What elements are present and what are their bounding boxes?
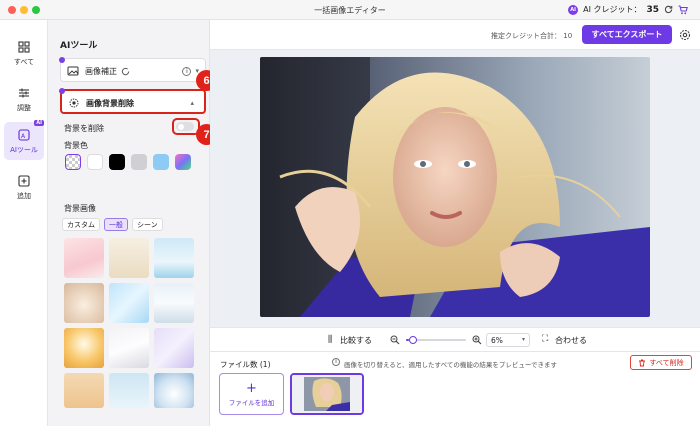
ai-tools-panel: AIツール 画像補正 i ▾ 画像背景削除 ▴ 背景を削除 背景色 背景画像 カ…: [48, 20, 210, 426]
cart-icon[interactable]: [678, 4, 688, 15]
fit-icon[interactable]: ⛶: [542, 334, 548, 344]
zoom-in-icon[interactable]: [472, 335, 482, 345]
portrait-photo: [260, 57, 650, 317]
remove-bg-toggle[interactable]: [176, 122, 194, 131]
left-nav: すべて 調整 AI A AIツール 追加: [0, 20, 48, 426]
enhance-label: 画像補正: [85, 66, 117, 76]
swatch-blue[interactable]: [153, 154, 169, 170]
nav-item-all-label: すべて: [13, 57, 35, 66]
nav-item-adjust-label: 調整: [17, 103, 31, 112]
bg-thumbnail[interactable]: [64, 373, 104, 408]
bg-image-tabs: カスタム 一般 シーン: [62, 218, 163, 231]
remove-bg-label: 画像背景削除: [86, 98, 134, 108]
preview-photo[interactable]: [260, 57, 650, 317]
svg-text:A: A: [21, 133, 26, 140]
bg-thumbnail[interactable]: [154, 283, 194, 323]
bg-thumbnail[interactable]: [64, 238, 104, 278]
tab-scene[interactable]: シーン: [132, 218, 163, 231]
delete-all-button[interactable]: すべて削除: [630, 355, 692, 370]
nav-item-add[interactable]: 追加: [4, 168, 44, 206]
nav-item-ai-tools-label: AIツール: [10, 145, 38, 154]
delete-all-label: すべて削除: [649, 358, 684, 367]
swatch-gray[interactable]: [131, 154, 147, 170]
bg-image-label: 背景画像: [64, 204, 96, 213]
title-bar: 一括画像エディター AI AI クレジット： 35: [0, 0, 700, 20]
credit-area: AI AI クレジット： 35: [568, 4, 688, 15]
loading-spinner-icon: [121, 67, 130, 75]
bg-thumbnail[interactable]: [109, 373, 149, 408]
remove-bg-icon: [69, 98, 79, 108]
remove-bg-toggle-label: 背景を削除: [64, 124, 104, 133]
add-file-label: ファイルを追加: [228, 398, 275, 407]
trash-icon: [639, 359, 646, 366]
settings-gear-icon[interactable]: [679, 29, 691, 41]
compare-label[interactable]: 比較する: [340, 335, 372, 346]
zoom-select[interactable]: 6% ▾: [486, 333, 530, 347]
grid-icon: [17, 40, 31, 54]
add-box-icon: [17, 174, 31, 188]
file-strip: ファイル数 (1) i 画像を切り替えると、適用したすべての機能の結果をプレビュ…: [210, 351, 700, 426]
compare-icon[interactable]: ⫼: [328, 335, 332, 345]
bg-thumbnail[interactable]: [154, 373, 194, 408]
estimate-value: 10: [563, 32, 573, 40]
fit-label[interactable]: 合わせる: [555, 335, 587, 346]
ai-tools-icon: A: [17, 128, 31, 142]
tab-custom[interactable]: カスタム: [62, 218, 100, 231]
enhance-card[interactable]: 画像補正 i ▾: [59, 57, 206, 82]
bg-thumbnail[interactable]: [109, 328, 149, 368]
bg-thumbnail[interactable]: [109, 238, 149, 278]
add-file-button[interactable]: + ファイルを追加: [219, 373, 284, 415]
plus-icon: +: [246, 380, 257, 396]
tab-general[interactable]: 一般: [104, 218, 128, 231]
app-window: 一括画像エディター AI AI クレジット： 35 すべて 調整 AI A AI…: [0, 0, 700, 426]
credit-label: AI クレジット：: [583, 5, 642, 14]
credit-value: 35: [646, 4, 659, 15]
nav-item-ai-tools[interactable]: AI A AIツール: [4, 120, 44, 160]
estimate-label: 推定クレジット合計：: [491, 32, 561, 40]
zoom-out-icon[interactable]: [390, 335, 400, 345]
ai-sparkle-icon: [59, 88, 65, 94]
zoom-value: 6%: [491, 336, 503, 345]
swatch-transparent[interactable]: [65, 154, 81, 170]
enhance-info-icon[interactable]: i: [182, 66, 192, 76]
bg-thumbnail[interactable]: [109, 283, 149, 323]
swatch-black[interactable]: [109, 154, 125, 170]
chevron-down-icon: ▾: [521, 336, 525, 343]
ai-credit-icon: AI: [568, 4, 579, 15]
bg-thumbnail[interactable]: [64, 283, 104, 323]
file-thumbnail-image: [292, 375, 362, 413]
panel-title: AIツール: [60, 41, 98, 51]
export-all-button[interactable]: すべてエクスポート: [582, 25, 672, 44]
bg-color-label: 背景色: [64, 141, 88, 150]
zoom-slider-knob[interactable]: [409, 336, 417, 344]
nav-item-adjust[interactable]: 調整: [4, 80, 44, 118]
swatch-gradient[interactable]: [175, 154, 191, 170]
chevron-up-icon[interactable]: ▴: [190, 99, 194, 107]
nav-item-add-label: 追加: [17, 191, 31, 200]
bg-thumbnail[interactable]: [154, 238, 194, 278]
file-count: ファイル数 (1): [220, 360, 271, 369]
preview-hint: 画像を切り替えると、適用したすべての機能の結果をプレビューできます: [344, 361, 557, 369]
estimate-credits: 推定クレジット合計： 10: [491, 31, 572, 41]
info-icon: i: [332, 358, 340, 366]
preview-controls: ⫼ 比較する 6% ▾ ⛶ 合わせる: [210, 327, 700, 351]
bg-thumbnail[interactable]: [154, 328, 194, 368]
nav-item-all[interactable]: すべて: [4, 34, 44, 72]
file-thumbnail[interactable]: [290, 373, 364, 415]
preview-canvas: [210, 50, 700, 327]
top-toolbar: 推定クレジット合計： 10 すべてエクスポート: [210, 20, 700, 50]
zoom-slider[interactable]: [406, 336, 466, 344]
ai-sparkle-icon: [59, 57, 65, 63]
enhance-icon: [67, 66, 79, 76]
ai-badge: AI: [34, 120, 44, 126]
refresh-icon[interactable]: [664, 5, 673, 14]
bg-thumbnail[interactable]: [64, 328, 104, 368]
sliders-icon: [17, 86, 31, 100]
swatch-white[interactable]: [87, 154, 103, 170]
remove-bg-card[interactable]: 画像背景削除 ▴: [59, 88, 206, 114]
